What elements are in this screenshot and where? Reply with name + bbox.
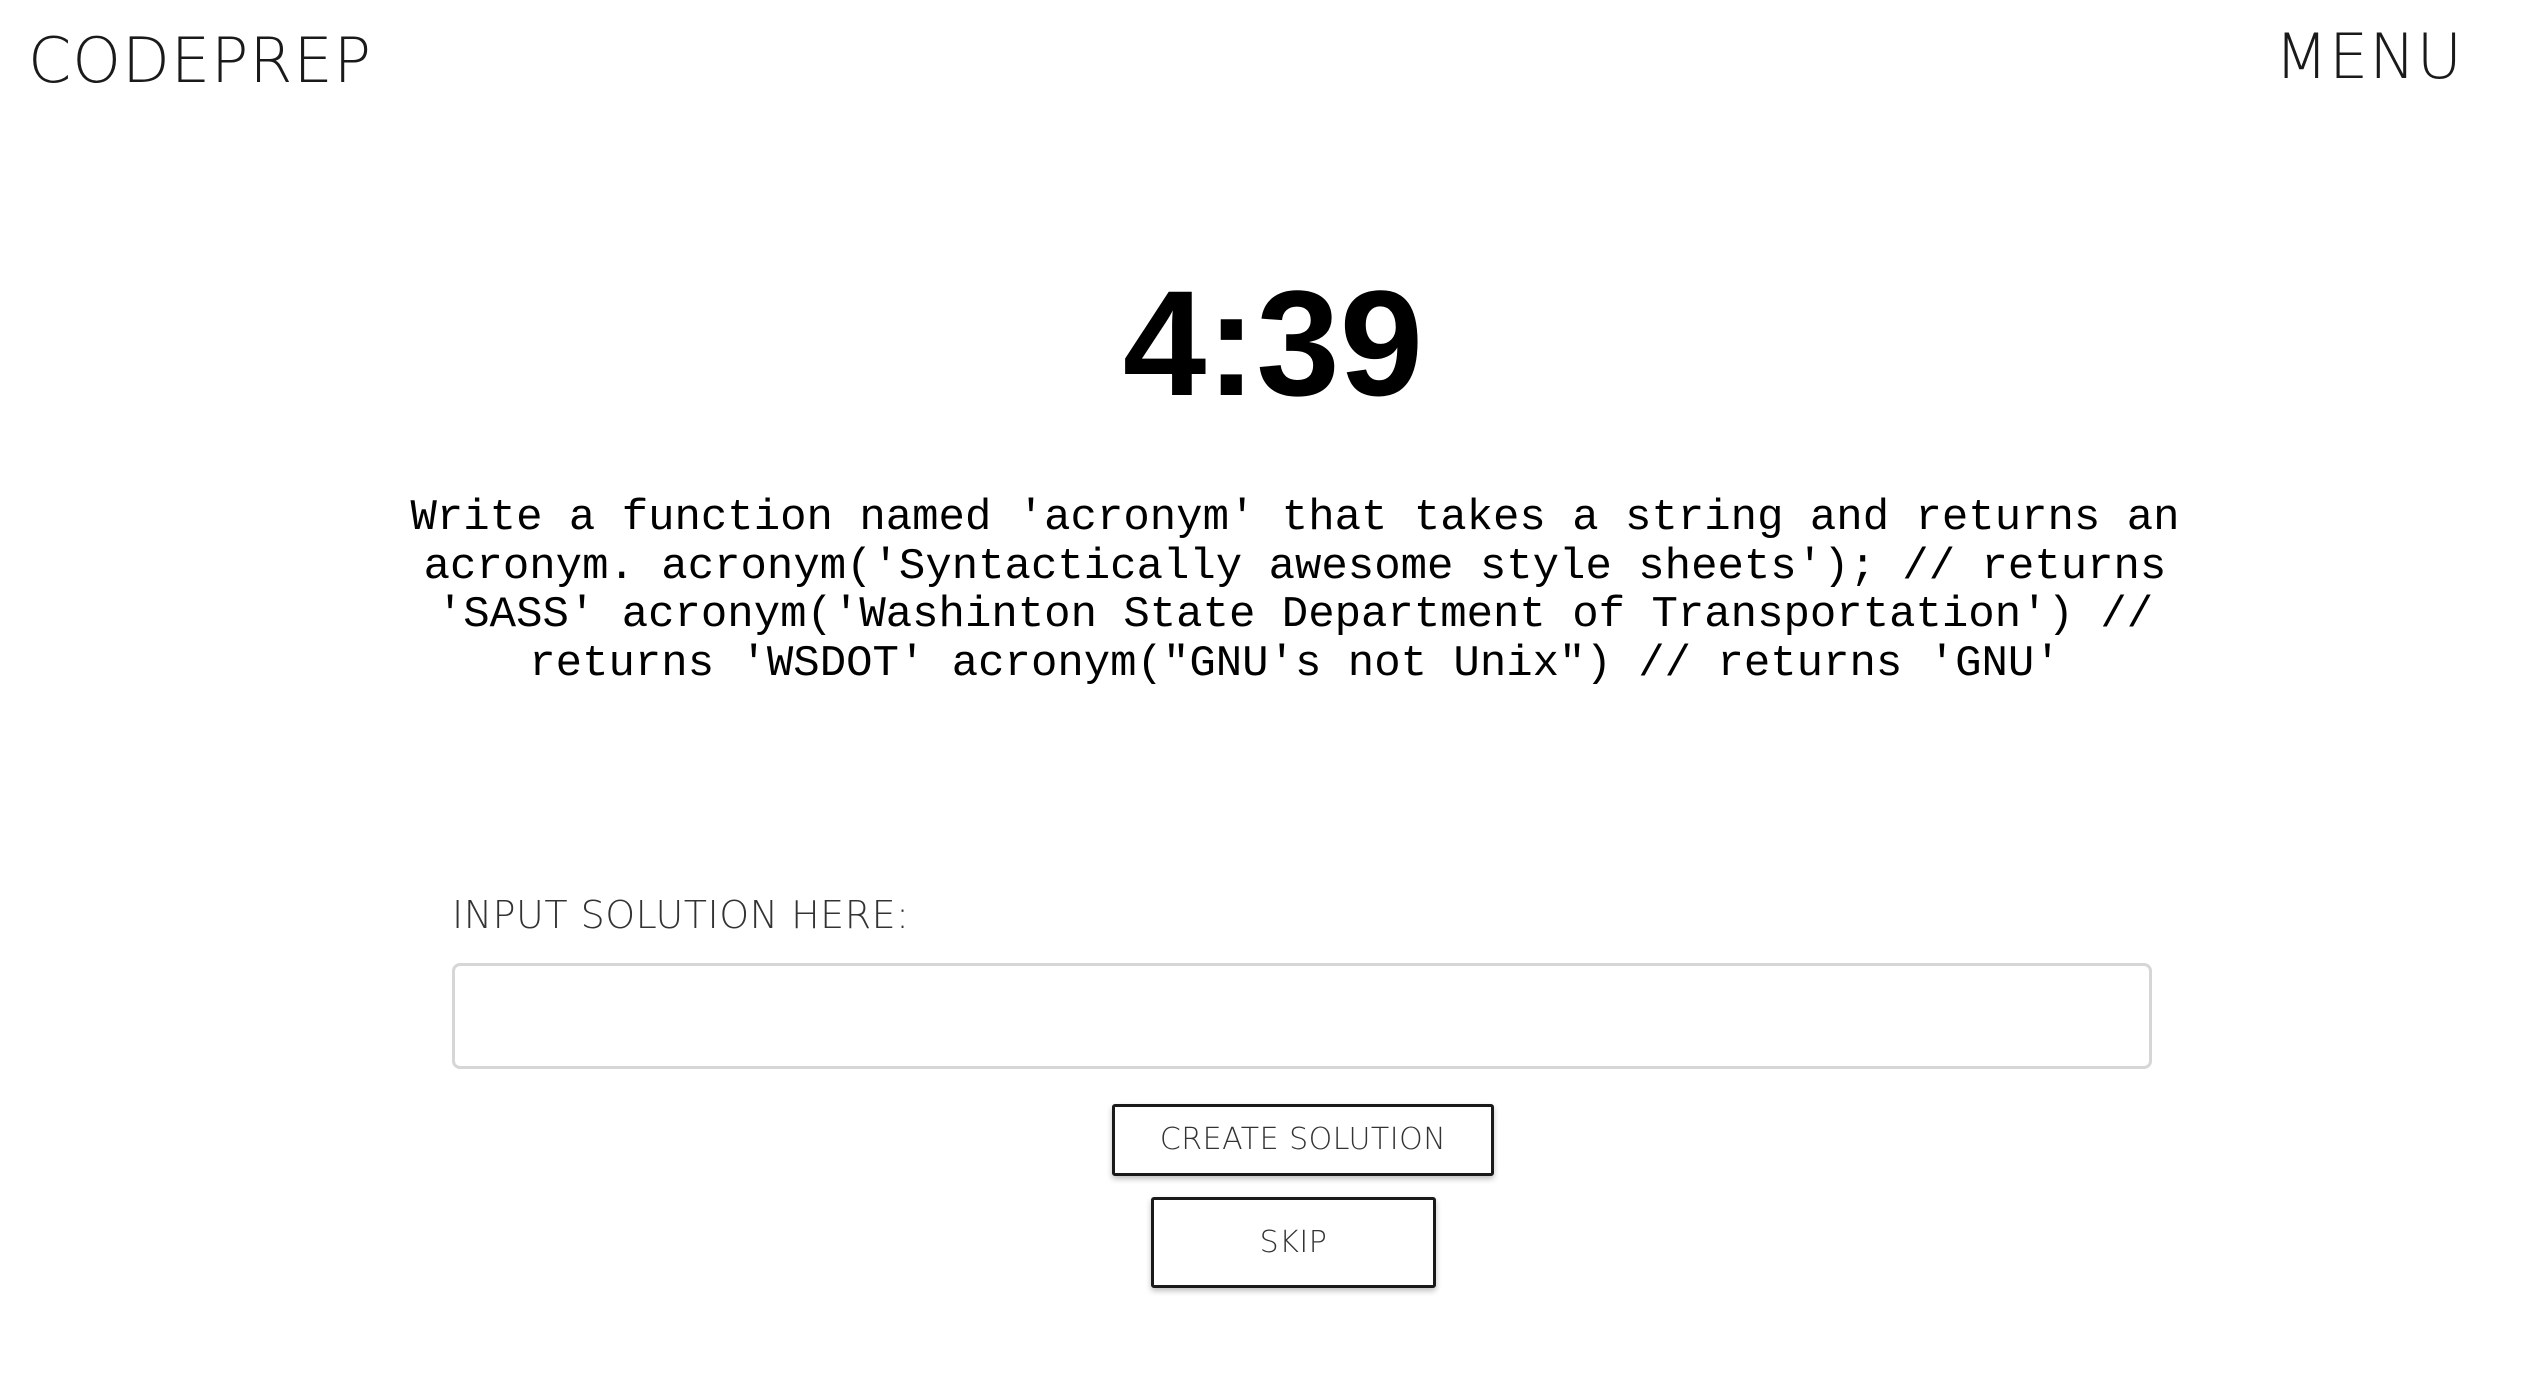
create-solution-button[interactable]: CREATE SOLUTION	[1112, 1104, 1494, 1176]
solution-input-label: INPUT SOLUTION HERE:	[452, 893, 910, 937]
skip-button[interactable]: SKIP	[1151, 1197, 1436, 1288]
countdown-timer: 4:39	[1122, 259, 1424, 427]
challenge-prompt: Write a function named 'acronym' that ta…	[410, 493, 2180, 689]
menu-button[interactable]: MENU	[2275, 26, 2463, 88]
solution-input[interactable]	[452, 963, 2152, 1069]
brand-logo[interactable]: CODEPREP	[28, 30, 372, 92]
